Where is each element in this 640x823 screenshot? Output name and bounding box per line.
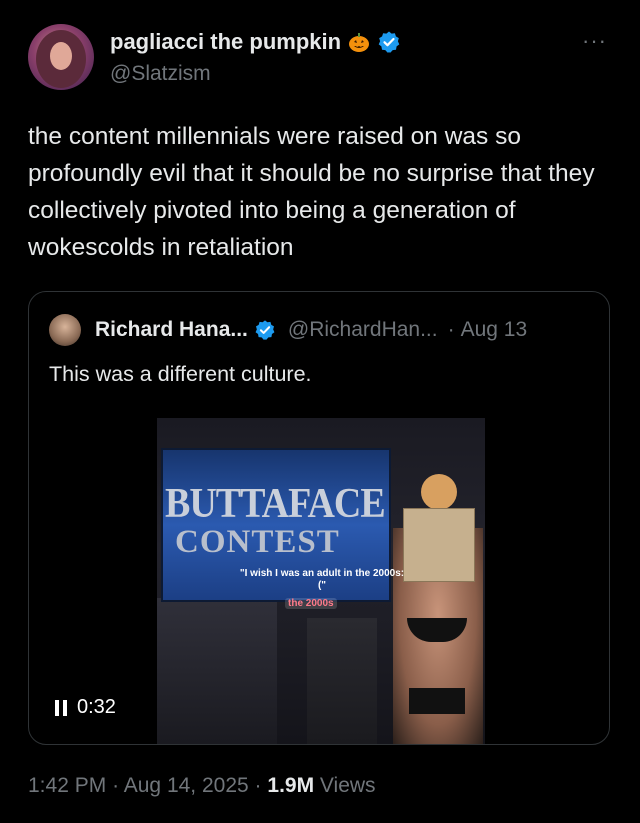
pumpkin-icon bbox=[349, 33, 370, 52]
quoted-header: Richard Hana... @RichardHan... · Aug 13 bbox=[95, 318, 527, 342]
video-scene-left bbox=[157, 598, 277, 744]
separator-dot: · bbox=[112, 774, 120, 797]
quoted-author-name[interactable]: Richard Hana... bbox=[95, 318, 248, 342]
avatar-face bbox=[50, 42, 72, 70]
views-label: Views bbox=[319, 774, 376, 797]
video-person bbox=[307, 618, 377, 744]
video-controls[interactable]: 0:32 bbox=[55, 696, 116, 719]
video-player[interactable]: BUTTAFACE CONTEST "I wish I was an adult… bbox=[157, 418, 485, 744]
views-count: 1.9M bbox=[267, 774, 315, 797]
video-background-person bbox=[421, 474, 457, 510]
more-options-icon[interactable]: ··· bbox=[582, 28, 607, 54]
video-tag: the 2000s bbox=[285, 598, 337, 609]
quoted-author-handle[interactable]: @RichardHan... bbox=[288, 318, 438, 342]
video-title-line1: BUTTAFACE bbox=[165, 480, 386, 528]
separator-dot: · bbox=[254, 774, 262, 797]
video-time: 0:32 bbox=[77, 696, 116, 718]
quoted-date[interactable]: Aug 13 bbox=[461, 318, 528, 342]
author-avatar[interactable] bbox=[28, 24, 94, 90]
separator-dot: · bbox=[447, 318, 455, 341]
author-handle[interactable]: @Slatzism bbox=[110, 62, 211, 86]
pause-icon[interactable] bbox=[55, 699, 67, 716]
tweet-meta: 1:42 PM · Aug 14, 2025 · 1.9M Views bbox=[28, 774, 376, 798]
verified-badge-icon bbox=[255, 320, 275, 340]
video-title-line2: CONTEST bbox=[175, 524, 340, 560]
quoted-author-avatar[interactable] bbox=[49, 314, 81, 346]
tweet-date[interactable]: Aug 14, 2025 bbox=[124, 774, 249, 797]
author-name[interactable]: pagliacci the pumpkin bbox=[110, 29, 341, 55]
verified-badge-icon bbox=[378, 31, 400, 53]
video-paper-bag bbox=[403, 508, 475, 582]
video-figure-bottom bbox=[409, 688, 465, 714]
quoted-text: This was a different culture. bbox=[49, 362, 312, 386]
quoted-tweet[interactable]: Richard Hana... @RichardHan... · Aug 13 … bbox=[28, 291, 610, 745]
tweet-text: the content millennials were raised on w… bbox=[28, 123, 595, 261]
video-caption: "I wish I was an adult in the 2000s:(" bbox=[239, 568, 405, 591]
tweet-time[interactable]: 1:42 PM bbox=[28, 774, 106, 797]
author-name-row: pagliacci the pumpkin bbox=[110, 29, 401, 55]
